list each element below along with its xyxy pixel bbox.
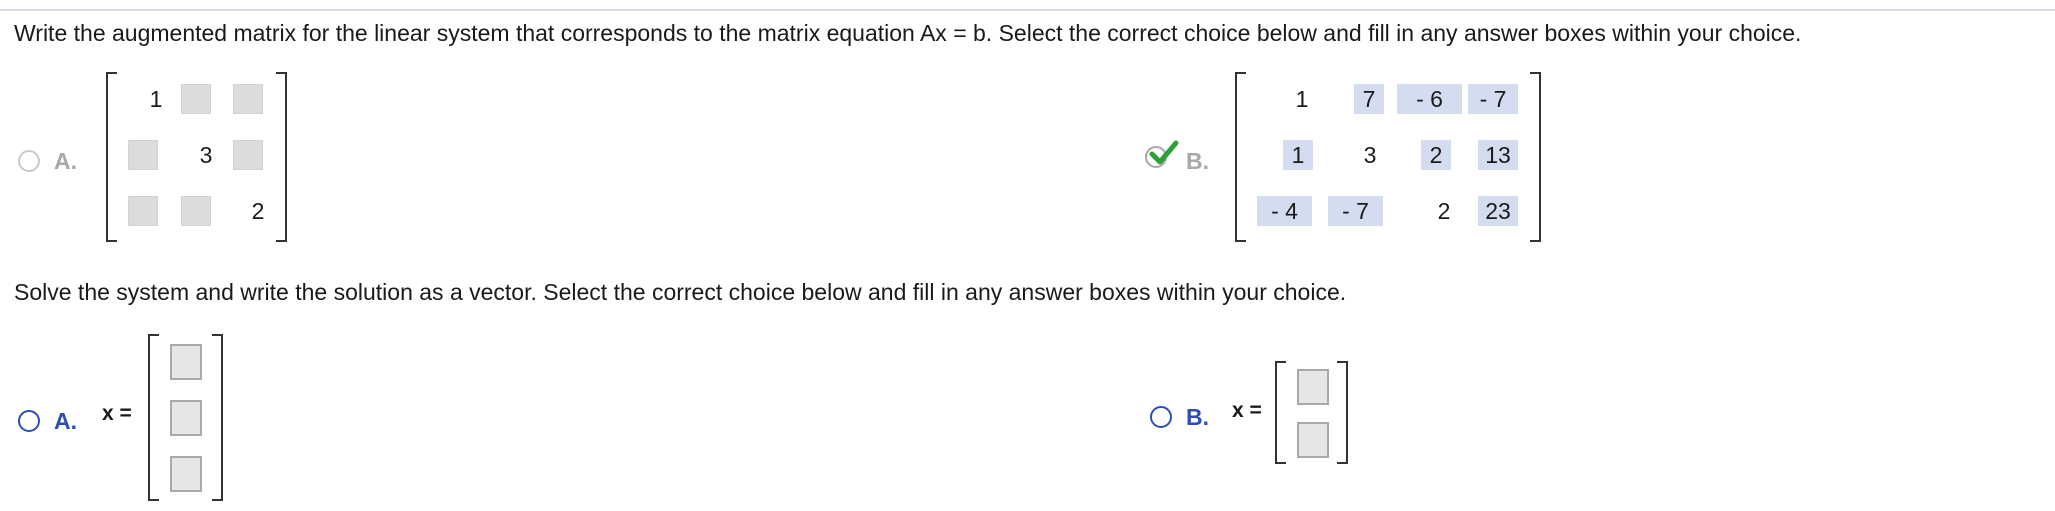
part2-choice-b-radio[interactable] bbox=[1150, 406, 1172, 428]
matrix-answer-box[interactable] bbox=[233, 84, 263, 114]
vector-left-bracket bbox=[1275, 361, 1286, 464]
matrix-answer-box[interactable] bbox=[181, 196, 211, 226]
matrix-answer-box[interactable] bbox=[128, 140, 158, 170]
vector-answer-box[interactable] bbox=[1297, 422, 1329, 458]
matrix-answer-filled[interactable]: - 4 bbox=[1257, 196, 1312, 226]
checkmark-icon bbox=[1149, 140, 1179, 165]
part2-instructions: Solve the system and write the solution … bbox=[14, 279, 1347, 305]
part2-choice-a-radio[interactable] bbox=[18, 410, 40, 432]
matrix-answer-filled[interactable]: - 7 bbox=[1468, 84, 1518, 114]
matrix-entry: 3 bbox=[1363, 142, 1377, 168]
matrix-answer-box[interactable] bbox=[233, 140, 263, 170]
vector-answer-box[interactable] bbox=[170, 456, 202, 492]
matrix-entry: 3 bbox=[199, 142, 213, 168]
top-divider bbox=[0, 9, 2055, 11]
part1-choice-b-radio-selected[interactable] bbox=[1145, 140, 1179, 174]
vector-right-bracket bbox=[1337, 361, 1348, 464]
matrix-entry: 2 bbox=[251, 198, 265, 224]
part1-choice-a-radio[interactable] bbox=[18, 150, 40, 172]
vector-answer-box[interactable] bbox=[1297, 369, 1329, 405]
vector-answer-box[interactable] bbox=[170, 400, 202, 436]
matrix-answer-filled[interactable]: 2 bbox=[1421, 140, 1451, 170]
part1-instructions: Write the augmented matrix for the linea… bbox=[14, 20, 1802, 46]
matrix-entry: 2 bbox=[1437, 198, 1451, 224]
matrix-left-bracket bbox=[106, 72, 117, 242]
matrix-answer-filled[interactable]: - 7 bbox=[1328, 196, 1383, 226]
matrix-entry: 1 bbox=[149, 86, 163, 112]
part1-choice-b-letter: B. bbox=[1186, 148, 1209, 174]
matrix-answer-filled[interactable]: 1 bbox=[1283, 140, 1313, 170]
part1-choice-a-letter: A. bbox=[54, 148, 77, 174]
part2-choice-a-letter: A. bbox=[54, 408, 77, 434]
part2-choice-b-letter: B. bbox=[1186, 404, 1209, 430]
matrix-entry: 1 bbox=[1295, 86, 1309, 112]
matrix-right-bracket bbox=[1530, 72, 1541, 242]
vector-left-bracket bbox=[148, 334, 159, 501]
matrix-answer-box[interactable] bbox=[128, 196, 158, 226]
part2-choice-a-x-label: x = bbox=[102, 402, 132, 425]
matrix-answer-filled[interactable]: 23 bbox=[1478, 196, 1518, 226]
matrix-left-bracket bbox=[1235, 72, 1246, 242]
matrix-answer-filled[interactable]: 13 bbox=[1478, 140, 1518, 170]
part2-choice-b-x-label: x = bbox=[1232, 399, 1262, 422]
vector-answer-box[interactable] bbox=[170, 344, 202, 380]
matrix-answer-filled[interactable]: - 6 bbox=[1397, 84, 1462, 114]
vector-right-bracket bbox=[212, 334, 223, 501]
matrix-answer-filled[interactable]: 7 bbox=[1354, 84, 1384, 114]
matrix-answer-box[interactable] bbox=[181, 84, 211, 114]
